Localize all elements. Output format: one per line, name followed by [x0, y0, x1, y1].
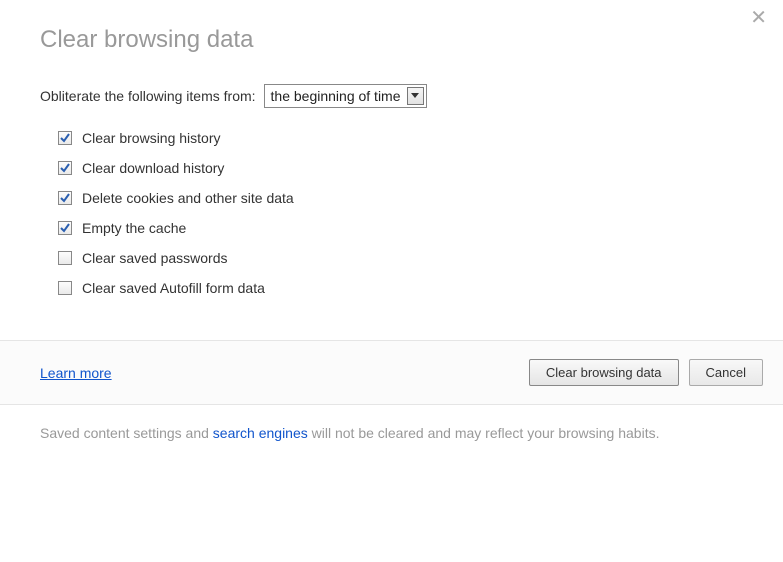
search-engines-link[interactable]: search engines: [213, 425, 308, 441]
note-text-suffix: will not be cleared and may reflect your…: [308, 425, 660, 441]
dialog-title: Clear browsing data: [40, 26, 743, 54]
close-icon[interactable]: ✕: [750, 8, 767, 28]
time-range-row: Obliterate the following items from: the…: [40, 84, 743, 108]
checkbox-icon: [58, 131, 72, 145]
option-label: Delete cookies and other site data: [82, 190, 294, 206]
checkbox-icon: [58, 281, 72, 295]
time-range-label: Obliterate the following items from:: [40, 88, 256, 104]
time-range-value: the beginning of time: [271, 88, 407, 104]
button-row: Clear browsing data Cancel: [529, 359, 763, 386]
checkbox-icon: [58, 161, 72, 175]
checkbox-icon: [58, 251, 72, 265]
dialog-main: Clear browsing data Obliterate the follo…: [0, 0, 783, 340]
chevron-down-icon: [407, 87, 424, 105]
option-clear-download-history[interactable]: Clear download history: [58, 160, 743, 176]
option-label: Clear saved passwords: [82, 250, 228, 266]
note-text-prefix: Saved content settings and: [40, 425, 213, 441]
cancel-button[interactable]: Cancel: [689, 359, 763, 386]
footer-note: Saved content settings and search engine…: [0, 404, 783, 472]
option-empty-cache[interactable]: Empty the cache: [58, 220, 743, 236]
option-label: Clear saved Autofill form data: [82, 280, 265, 296]
checkbox-icon: [58, 191, 72, 205]
option-clear-browsing-history[interactable]: Clear browsing history: [58, 130, 743, 146]
checkbox-icon: [58, 221, 72, 235]
option-clear-passwords[interactable]: Clear saved passwords: [58, 250, 743, 266]
time-range-select[interactable]: the beginning of time: [264, 84, 427, 108]
option-label: Clear browsing history: [82, 130, 221, 146]
option-delete-cookies[interactable]: Delete cookies and other site data: [58, 190, 743, 206]
option-clear-autofill[interactable]: Clear saved Autofill form data: [58, 280, 743, 296]
learn-more-link[interactable]: Learn more: [40, 365, 112, 381]
options-list: Clear browsing history Clear download hi…: [58, 130, 743, 296]
option-label: Clear download history: [82, 160, 224, 176]
dialog-footer: Learn more Clear browsing data Cancel: [0, 340, 783, 404]
option-label: Empty the cache: [82, 220, 186, 236]
clear-browsing-data-dialog: ✕ Clear browsing data Obliterate the fol…: [0, 0, 783, 472]
clear-data-button[interactable]: Clear browsing data: [529, 359, 679, 386]
